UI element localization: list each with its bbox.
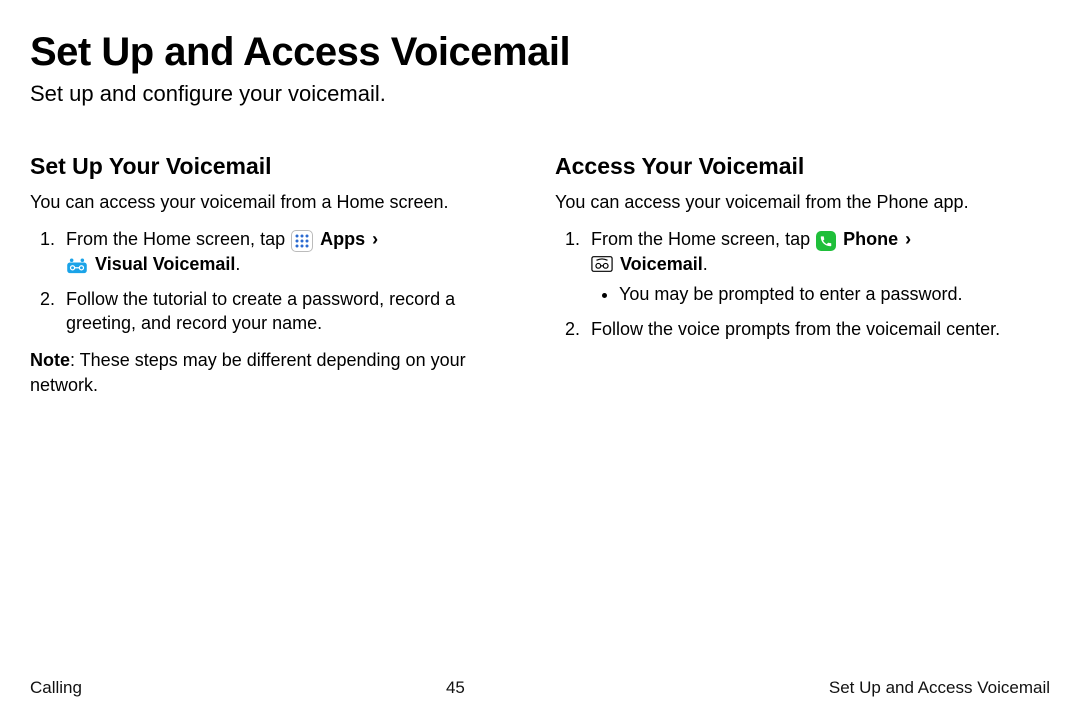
footer-left: Calling	[30, 678, 82, 698]
step-item: Follow the voice prompts from the voicem…	[585, 317, 1050, 342]
step-item: Follow the tutorial to create a password…	[60, 287, 525, 337]
steps-list: From the Home screen, tap Apps ›	[30, 227, 525, 336]
voicemail-label: Voicemail	[620, 254, 703, 274]
sub-bullet-list: You may be prompted to enter a password.	[591, 282, 1050, 307]
step-item: From the Home screen, tap Phone ›	[585, 227, 1050, 307]
steps-list: From the Home screen, tap Phone ›	[555, 227, 1050, 342]
step-punct: .	[703, 254, 708, 274]
sub-bullet-item: You may be prompted to enter a password.	[619, 282, 1050, 307]
section-heading: Set Up Your Voicemail	[30, 153, 525, 180]
phone-icon	[816, 231, 836, 251]
page-subtitle: Set up and configure your voicemail.	[30, 81, 1050, 107]
page-title: Set Up and Access Voicemail	[30, 30, 1050, 75]
voicemail-icon	[591, 255, 613, 273]
note-text: : These steps may be different depending…	[30, 350, 466, 395]
footer-right: Set Up and Access Voicemail	[829, 678, 1050, 698]
apps-icon	[291, 230, 313, 252]
section-intro: You can access your voicemail from the P…	[555, 190, 1050, 215]
footer-page-number: 45	[446, 678, 465, 698]
phone-label: Phone	[843, 229, 898, 249]
document-page: Set Up and Access Voicemail Set up and c…	[0, 0, 1080, 720]
section-access-voicemail: Access Your Voicemail You can access you…	[555, 153, 1050, 410]
visual-voicemail-label: Visual Voicemail	[95, 254, 235, 274]
note-paragraph: Note: These steps may be different depen…	[30, 348, 525, 398]
page-footer: Calling 45 Set Up and Access Voicemail	[30, 678, 1050, 698]
section-intro: You can access your voicemail from a Hom…	[30, 190, 525, 215]
section-setup-voicemail: Set Up Your Voicemail You can access you…	[30, 153, 525, 410]
step-text: From the Home screen, tap	[66, 229, 290, 249]
step-item: From the Home screen, tap Apps ›	[60, 227, 525, 277]
section-heading: Access Your Voicemail	[555, 153, 1050, 180]
chevron-right-icon: ›	[903, 229, 913, 249]
note-label: Note	[30, 350, 70, 370]
step-punct: .	[235, 254, 240, 274]
visual-voicemail-icon	[66, 258, 88, 274]
chevron-right-icon: ›	[370, 229, 380, 249]
step-text: From the Home screen, tap	[591, 229, 815, 249]
apps-label: Apps	[320, 229, 365, 249]
two-column-layout: Set Up Your Voicemail You can access you…	[30, 153, 1050, 410]
